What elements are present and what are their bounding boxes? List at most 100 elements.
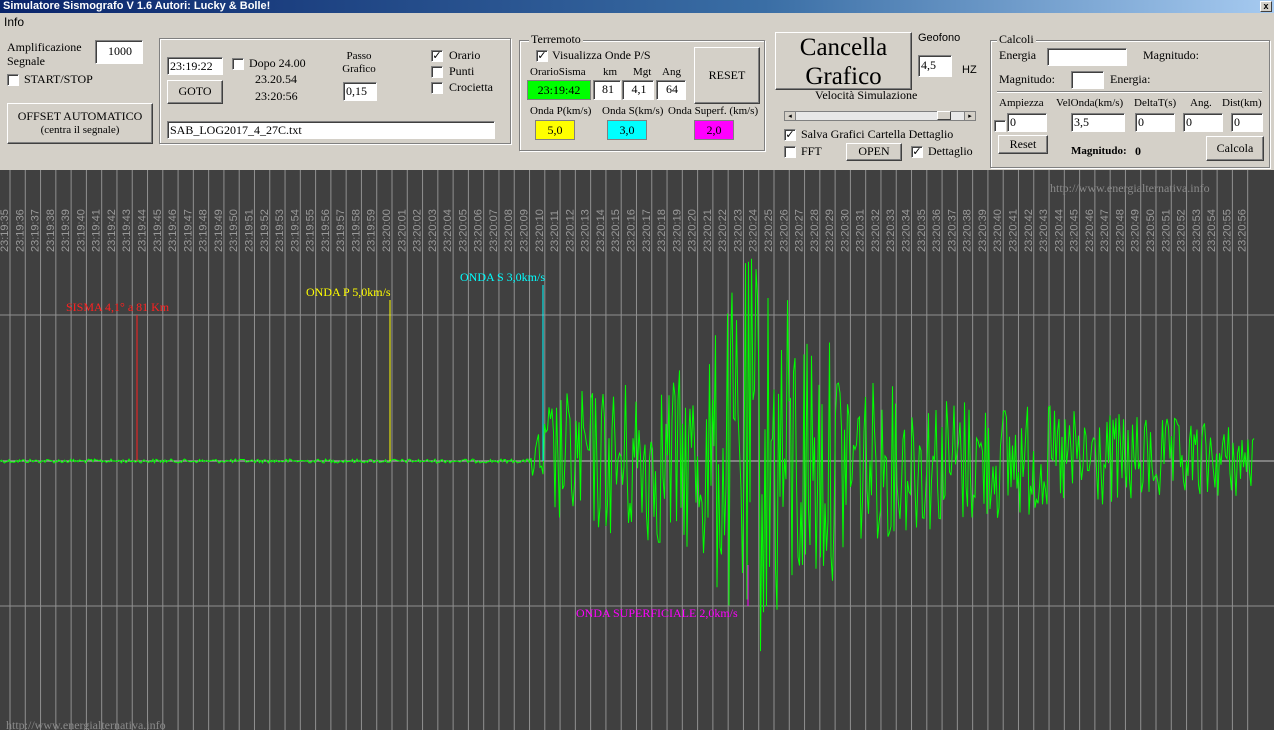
punti-label: Punti bbox=[449, 64, 475, 78]
goto-button[interactable]: GOTO bbox=[167, 80, 223, 104]
close-button[interactable]: x bbox=[1260, 1, 1272, 12]
time-label: 23:19:43 bbox=[121, 209, 133, 252]
time-label: 23:19:39 bbox=[60, 209, 72, 252]
time-label: 23:20:36 bbox=[931, 209, 943, 252]
menu-item-info[interactable]: Info bbox=[0, 15, 24, 29]
velonda-header: VelOnda(km/s) bbox=[1056, 97, 1124, 109]
time-label: 23:19:44 bbox=[137, 209, 149, 252]
mgt-value[interactable]: 4,1 bbox=[622, 80, 654, 100]
offset-automatico-button[interactable]: OFFSET AUTOMATICO (centra il segnale) bbox=[7, 103, 153, 144]
ang-header: Ang bbox=[662, 66, 681, 78]
time-label: 23:20:52 bbox=[1176, 209, 1188, 252]
time-label: 23:20:21 bbox=[702, 209, 714, 252]
time-label: 23:20:03 bbox=[427, 209, 439, 252]
dettaglio-checkbox[interactable]: ✓ bbox=[911, 146, 923, 158]
menu-bar: Info bbox=[0, 13, 1274, 31]
amplification-input[interactable]: 1000 bbox=[95, 40, 143, 64]
ang-value[interactable]: 64 bbox=[656, 80, 686, 100]
ang-input[interactable]: 0 bbox=[1183, 113, 1223, 132]
orario-checkbox[interactable]: ✓ bbox=[431, 50, 443, 62]
dopo-checkbox[interactable] bbox=[232, 58, 244, 70]
passo-grafico-input[interactable]: 0,15 bbox=[343, 82, 377, 101]
onda-superf-value[interactable]: 2,0 bbox=[694, 120, 734, 140]
crocietta-checkbox[interactable] bbox=[431, 82, 443, 94]
calcola-button[interactable]: Calcola bbox=[1206, 136, 1264, 161]
calcoli-title: Calcoli bbox=[997, 32, 1036, 47]
velocita-slider-thumb[interactable] bbox=[937, 111, 951, 120]
check-icon: ✓ bbox=[785, 128, 795, 141]
geofono-input[interactable]: 4,5 bbox=[918, 55, 952, 77]
cancella-grafico-button[interactable]: Cancella Grafico bbox=[775, 32, 912, 90]
energia2-label: Energia: bbox=[1110, 72, 1151, 86]
terremoto-reset-button[interactable]: RESET bbox=[694, 47, 760, 104]
time-label: 23:20:19 bbox=[671, 209, 683, 252]
time-label: 23:20:39 bbox=[977, 209, 989, 252]
time-label: 23:20:53 bbox=[1191, 209, 1203, 252]
seismic-signal bbox=[0, 258, 1255, 652]
seismograph-plot[interactable]: 23:19:35 23:19:36 23:19:37 23:19:38 23:19:39… bbox=[0, 170, 1274, 730]
deltat-input[interactable]: 0 bbox=[1135, 113, 1175, 132]
velonda-input[interactable]: 3,5 bbox=[1071, 113, 1125, 132]
time-label: 23:20:26 bbox=[778, 209, 790, 252]
time-label: 23:20:31 bbox=[855, 209, 867, 252]
time-label: 23:20:02 bbox=[412, 209, 424, 252]
onda-p-value[interactable]: 5,0 bbox=[535, 120, 575, 140]
time-label: 23:20:08 bbox=[503, 209, 515, 252]
time-label: 23:19:36 bbox=[14, 209, 26, 252]
time-label: 23:20:17 bbox=[641, 209, 653, 252]
time-label: 23:20:28 bbox=[809, 209, 821, 252]
km-header: km bbox=[603, 66, 618, 78]
wave-marker-label: ONDA P 5,0km/s bbox=[306, 285, 391, 299]
orario-sisma-value[interactable]: 23:19:42 bbox=[527, 80, 591, 100]
time-label: 23:20:09 bbox=[519, 209, 531, 252]
window-title: Simulatore Sismografo V 1.6 Autori: Luck… bbox=[3, 0, 271, 12]
calcoli-reset-button[interactable]: Reset bbox=[998, 135, 1048, 154]
slider-right-arrow-icon[interactable]: ▸ bbox=[964, 112, 975, 120]
time-label: 23:20:32 bbox=[870, 209, 882, 252]
passo-grafico-label: Passo Grafico bbox=[342, 50, 376, 75]
ampiezza-input[interactable]: 0 bbox=[1007, 113, 1047, 132]
orario-sisma-header: OrarioSisma bbox=[530, 66, 586, 78]
salva-grafici-label: Salva Grafici Cartella Dettaglio bbox=[801, 127, 954, 141]
fft-checkbox[interactable] bbox=[784, 146, 796, 158]
slider-left-arrow-icon[interactable]: ◂ bbox=[785, 112, 796, 120]
energia-label: Energia bbox=[999, 48, 1037, 62]
time-label: 23:19:50 bbox=[228, 209, 240, 252]
window-title-bar: Simulatore Sismografo V 1.6 Autori: Luck… bbox=[0, 0, 1274, 13]
time-value-2: 23:20:56 bbox=[255, 89, 298, 103]
velocita-slider[interactable]: ◂ ▸ bbox=[784, 111, 976, 121]
time-label: 23:20:49 bbox=[1130, 209, 1142, 252]
goto-time-input[interactable]: 23:19:22 bbox=[167, 57, 223, 75]
time-label: 23:19:47 bbox=[182, 209, 194, 252]
time-label: 23:20:00 bbox=[381, 209, 393, 252]
cancella-line2: Grafico bbox=[805, 63, 882, 90]
salva-grafici-checkbox[interactable]: ✓ bbox=[784, 129, 796, 141]
km-value[interactable]: 81 bbox=[593, 80, 621, 100]
energia-input[interactable] bbox=[1047, 48, 1127, 66]
dist-header: Dist(km) bbox=[1222, 97, 1262, 109]
time-label: 23:19:40 bbox=[75, 209, 87, 252]
magnitudo-input[interactable] bbox=[1071, 71, 1104, 89]
time-label: 23:19:46 bbox=[167, 209, 179, 252]
show-waves-label: Visualizza Onde P/S bbox=[552, 48, 651, 62]
punti-checkbox[interactable] bbox=[431, 66, 443, 78]
offset-button-label: OFFSET AUTOMATICO bbox=[17, 109, 143, 123]
open-button[interactable]: OPEN bbox=[846, 143, 902, 161]
start-stop-checkbox[interactable] bbox=[7, 74, 19, 86]
log-file-name[interactable]: SAB_LOG2017_4_27C.txt bbox=[167, 121, 495, 139]
time-label: 23:20:01 bbox=[396, 209, 408, 252]
calcoli-checkbox[interactable] bbox=[994, 120, 1006, 132]
time-label: 23:20:42 bbox=[1023, 209, 1035, 252]
time-label: 23:19:35 bbox=[0, 209, 11, 252]
time-label: 23:19:45 bbox=[152, 209, 164, 252]
time-label: 23:20:15 bbox=[610, 209, 622, 252]
onda-s-value[interactable]: 3,0 bbox=[607, 120, 647, 140]
show-waves-checkbox[interactable]: ✓ bbox=[536, 50, 548, 62]
dist-input[interactable]: 0 bbox=[1231, 113, 1263, 132]
orario-label: Orario bbox=[449, 48, 481, 62]
start-stop-label: START/STOP bbox=[24, 72, 93, 86]
time-label: 23:20:34 bbox=[901, 209, 913, 252]
time-label: 23:20:35 bbox=[916, 209, 928, 252]
check-icon: ✓ bbox=[912, 145, 922, 158]
time-label: 23:20:29 bbox=[824, 209, 836, 252]
